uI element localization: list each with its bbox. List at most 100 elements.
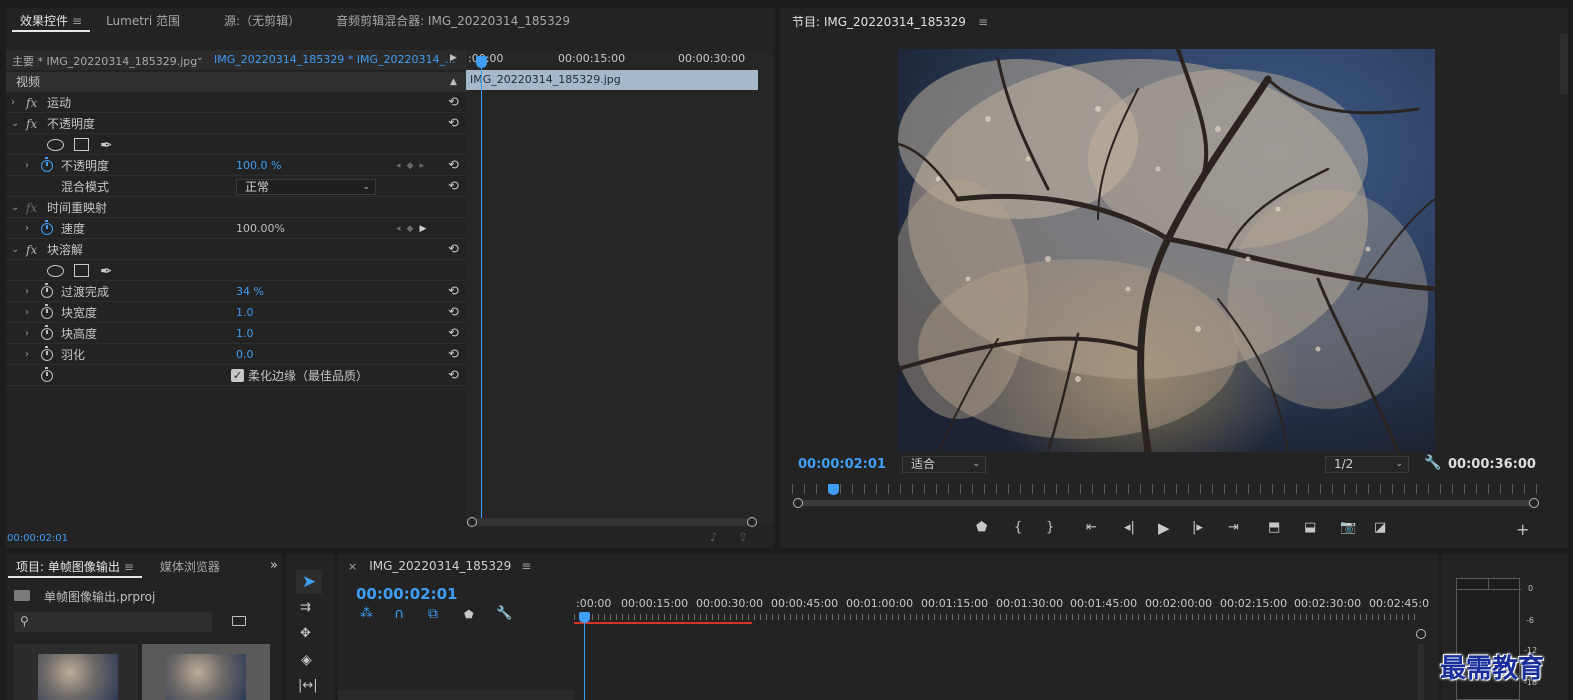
program-playhead-handle[interactable] [828, 484, 839, 495]
collapse-chevron-icon[interactable]: ⌄ [11, 118, 19, 129]
reset-icon[interactable]: ⟲ [448, 347, 459, 362]
close-icon[interactable]: × [348, 560, 357, 573]
timeline-settings-wrench-icon[interactable]: 🔧 [496, 606, 512, 621]
chevron-down-icon[interactable]: ⌄ [196, 53, 204, 63]
program-ruler[interactable] [792, 484, 1538, 494]
reset-icon[interactable]: ⟲ [448, 368, 459, 383]
program-zoom-scrollbar[interactable] [800, 500, 1534, 506]
extract-icon[interactable]: ⬓ [1304, 520, 1316, 535]
expand-chevron-icon[interactable]: › [25, 307, 29, 318]
stopwatch-icon[interactable] [41, 324, 53, 340]
lift-icon[interactable]: ⬒ [1268, 520, 1280, 535]
expand-chevron-icon[interactable]: › [25, 286, 29, 297]
fx-icon[interactable]: fx [26, 96, 37, 110]
work-area-bar[interactable] [574, 622, 752, 624]
zoom-handle-right[interactable] [747, 517, 757, 527]
selection-tool-icon[interactable]: ➤ [296, 570, 322, 594]
wrench-icon[interactable]: 🔧 [1424, 455, 1441, 471]
block-width-value[interactable]: 1.0 [236, 306, 254, 319]
add-marker-icon[interactable]: ⬟ [464, 608, 474, 621]
stopwatch-icon[interactable] [41, 345, 53, 361]
mini-timeline-clip[interactable]: IMG_20220314_185329.jpg [466, 70, 758, 90]
panel-menu-icon[interactable]: ≡ [72, 14, 82, 28]
blend-mode-select[interactable]: 正常 ⌄ [236, 178, 376, 195]
soft-edges-checkbox[interactable]: ✓ [231, 369, 244, 382]
timeline-zoom-handle[interactable] [1416, 629, 1426, 639]
timeline-tab[interactable]: × IMG_20220314_185329 ≡ [348, 559, 531, 573]
panel-overflow-icon[interactable]: » [270, 558, 278, 573]
block-height-value[interactable]: 1.0 [236, 327, 254, 340]
keyframe-nav-icon[interactable]: ◂◆▸ [396, 161, 430, 171]
param-soft-edges[interactable]: ✓ 柔化边缘（最佳品质） ⟲ [6, 366, 466, 386]
tab-effect-controls[interactable]: 效果控件 ≡ [12, 10, 91, 32]
expand-chevron-icon[interactable]: › [25, 160, 29, 171]
reset-icon[interactable]: ⟲ [448, 284, 459, 299]
timeline-playhead-handle[interactable] [579, 612, 590, 623]
expand-chevron-icon[interactable]: › [11, 97, 15, 108]
fx-icon[interactable]: fx [26, 117, 37, 131]
zoom-handle-left[interactable] [793, 498, 803, 508]
stopwatch-icon[interactable] [41, 303, 53, 319]
expand-chevron-icon[interactable]: › [25, 223, 29, 234]
mini-timeline-zoom-scrollbar[interactable] [472, 518, 752, 526]
step-forward-icon[interactable]: |▸ [1192, 520, 1203, 535]
expand-chevron-icon[interactable]: › [25, 328, 29, 339]
speed-value[interactable]: 100.00% [236, 222, 285, 235]
add-marker-icon[interactable]: ⬟ [976, 520, 987, 535]
expand-chevron-icon[interactable]: › [25, 349, 29, 360]
step-back-icon[interactable]: ◂| [1124, 520, 1135, 535]
feather-value[interactable]: 0.0 [236, 348, 254, 361]
collapse-chevron-icon[interactable]: ⌄ [11, 202, 19, 213]
tab-media-browser[interactable]: 媒体浏览器 [152, 556, 228, 578]
project-search-input[interactable]: ⚲ [14, 612, 212, 632]
program-monitor-title[interactable]: 节目: IMG_20220314_185329 [792, 13, 966, 30]
timeline-timecode[interactable]: 00:00:02:01 [356, 585, 458, 603]
effect-motion[interactable]: › fx 运动 ⟲ [6, 93, 466, 113]
timeline-ruler[interactable]: :00:00 00:00:15:00 00:00:30:00 00:00:45:… [574, 592, 1429, 626]
effect-time-remap[interactable]: ⌄ fx 时间重映射 [6, 198, 466, 218]
program-timecode[interactable]: 00:00:02:01 [798, 457, 886, 472]
program-video-frame[interactable] [898, 49, 1435, 452]
param-block-width[interactable]: › 块宽度 1.0 ⟲ [6, 303, 466, 323]
new-bin-icon[interactable] [232, 616, 246, 626]
mini-playhead[interactable] [481, 58, 482, 518]
rectangle-mask-icon[interactable] [74, 264, 89, 277]
collapse-up-icon[interactable]: ▲ [450, 77, 457, 87]
transition-completion-value[interactable]: 34 % [236, 285, 264, 298]
param-block-height[interactable]: › 块高度 1.0 ⟲ [6, 324, 466, 344]
timeline-playhead[interactable] [584, 618, 585, 700]
nest-insert-icon[interactable]: ⁂ [360, 606, 373, 621]
reset-icon[interactable]: ⟲ [448, 326, 459, 341]
collapse-chevron-icon[interactable]: ⌄ [11, 244, 19, 255]
slip-tool-icon[interactable]: |↔| [298, 678, 318, 693]
go-to-out-icon[interactable]: ⇥ [1228, 520, 1239, 535]
keyframe-nav-icon[interactable]: ◂◆▶ [396, 224, 432, 234]
panel-menu-icon[interactable]: ≡ [978, 15, 988, 29]
mini-playhead-handle[interactable] [476, 56, 487, 68]
ellipse-mask-icon[interactable] [47, 264, 64, 277]
fx-icon[interactable]: fx [26, 201, 37, 215]
tab-lumetri-scopes[interactable]: Lumetri 范围 [98, 10, 188, 32]
timeline-vertical-scrollbar[interactable] [1418, 644, 1424, 700]
mark-out-icon[interactable]: } [1046, 520, 1054, 535]
panel-menu-icon[interactable]: ≡ [521, 559, 531, 573]
export-frame-icon[interactable]: ⇪ [738, 530, 748, 544]
project-item-thumbnail[interactable] [14, 644, 138, 700]
rectangle-mask-icon[interactable] [74, 138, 89, 151]
audio-note-icon[interactable]: ♪ [710, 530, 718, 544]
export-frame-camera-icon[interactable]: 📷 [1340, 520, 1356, 535]
razor-tool-icon[interactable]: ◈ [301, 652, 312, 668]
param-feather[interactable]: › 羽化 0.0 ⟲ [6, 345, 466, 365]
reset-icon[interactable]: ⟲ [448, 179, 459, 194]
ripple-edit-tool-icon[interactable]: ✥ [300, 626, 311, 641]
effect-block-dissolve[interactable]: ⌄ fx 块溶解 ⟲ [6, 240, 466, 260]
reset-icon[interactable]: ⟲ [448, 242, 459, 257]
sequence-clip-label[interactable]: IMG_20220314_185329 * IMG_20220314_... [214, 53, 455, 66]
tab-project[interactable]: 项目: 单帧图像输出 ≡ [8, 556, 142, 578]
panel-menu-icon[interactable]: ≡ [124, 560, 134, 574]
reset-icon[interactable]: ⟲ [448, 95, 459, 110]
project-item-thumbnail-selected[interactable] [142, 644, 270, 700]
play-icon[interactable]: ▶ [1158, 519, 1170, 537]
resolution-select[interactable]: 1/2 ⌄ [1325, 456, 1409, 473]
opacity-value[interactable]: 100.0 % [236, 159, 281, 172]
